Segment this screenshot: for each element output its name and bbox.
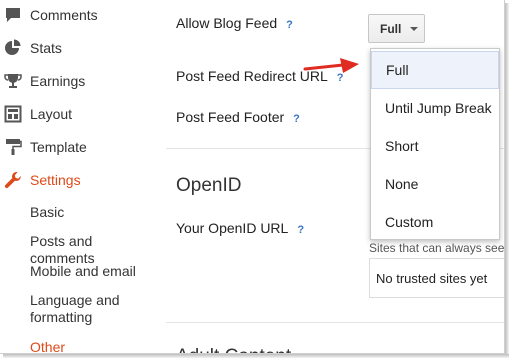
- sidebar-item-earnings[interactable]: Earnings: [2, 69, 85, 93]
- help-icon[interactable]: ?: [297, 224, 304, 236]
- chevron-down-icon: [410, 26, 419, 31]
- sidebar-item-layout[interactable]: Layout: [2, 102, 72, 126]
- sidebar-item-label: Settings: [30, 172, 81, 188]
- dropdown-option-none[interactable]: None: [371, 165, 499, 203]
- red-arrow-annotation-icon: [303, 58, 359, 73]
- sidebar-subitem-mobile-and-email[interactable]: Mobile and email: [30, 263, 136, 280]
- dropdown-option-short[interactable]: Short: [371, 127, 499, 165]
- sidebar-item-comments[interactable]: Comments: [2, 3, 98, 27]
- help-icon[interactable]: ?: [286, 19, 293, 31]
- sidebar-subitem-other[interactable]: Other: [30, 339, 65, 353]
- sidebar-item-label: Comments: [30, 7, 98, 23]
- sidebar-item-label: Layout: [30, 106, 73, 122]
- sidebar: Comments Stats Earnings Layout Template: [0, 0, 160, 353]
- trusted-sites-caption: Sites that can always see y: [369, 241, 505, 255]
- blog-feed-select-value: Full: [380, 21, 402, 36]
- settings-content: Allow Blog Feed? Post Feed Redirect URL?…: [160, 0, 505, 353]
- sidebar-item-label: Earnings: [30, 73, 86, 89]
- pie-chart-icon: [2, 37, 24, 59]
- trusted-sites-empty-text: No trusted sites yet: [376, 270, 488, 286]
- sidebar-subitem-language-and-formatting[interactable]: Language and formatting: [30, 292, 130, 326]
- post-feed-footer-row: Post Feed Footer?: [176, 109, 300, 125]
- blogger-settings-window: Comments Stats Earnings Layout Template: [0, 0, 505, 354]
- allow-blog-feed-row: Allow Blog Feed?: [176, 15, 293, 31]
- help-icon[interactable]: ?: [293, 113, 300, 125]
- openid-url-row: Your OpenID URL?: [176, 220, 304, 236]
- dropdown-option-until-jump-break[interactable]: Until Jump Break: [371, 89, 499, 127]
- openid-section-title: OpenID: [176, 175, 242, 196]
- trusted-sites-list: No trusted sites yet: [369, 258, 504, 298]
- allow-blog-feed-label: Allow Blog Feed: [176, 15, 278, 31]
- sidebar-item-settings[interactable]: Settings: [2, 168, 81, 192]
- frame-shadow: [3, 354, 509, 358]
- sidebar-item-label: Stats: [30, 40, 62, 56]
- layout-icon: [2, 103, 24, 125]
- frame-shadow: [505, 3, 509, 358]
- sidebar-item-label: Template: [30, 139, 87, 155]
- blog-feed-select[interactable]: Full: [368, 14, 425, 43]
- wrench-icon: [2, 169, 24, 191]
- sidebar-subitem-basic[interactable]: Basic: [30, 204, 64, 221]
- adult-content-section-title: Adult Content: [176, 346, 291, 353]
- section-divider: [166, 322, 504, 323]
- openid-url-label: Your OpenID URL: [176, 220, 289, 236]
- sidebar-item-stats[interactable]: Stats: [2, 36, 62, 60]
- comment-icon: [2, 4, 24, 26]
- dropdown-option-custom[interactable]: Custom: [371, 203, 499, 241]
- paint-roller-icon: [2, 136, 24, 158]
- dropdown-option-full[interactable]: Full: [371, 51, 499, 89]
- sidebar-subitem-posts-and-comments[interactable]: Posts and comments: [30, 233, 160, 267]
- sidebar-item-template[interactable]: Template: [2, 135, 87, 159]
- post-feed-footer-label: Post Feed Footer: [176, 109, 285, 125]
- blog-feed-dropdown-menu: Full Until Jump Break Short None Custom: [370, 48, 500, 240]
- trophy-icon: [2, 70, 24, 92]
